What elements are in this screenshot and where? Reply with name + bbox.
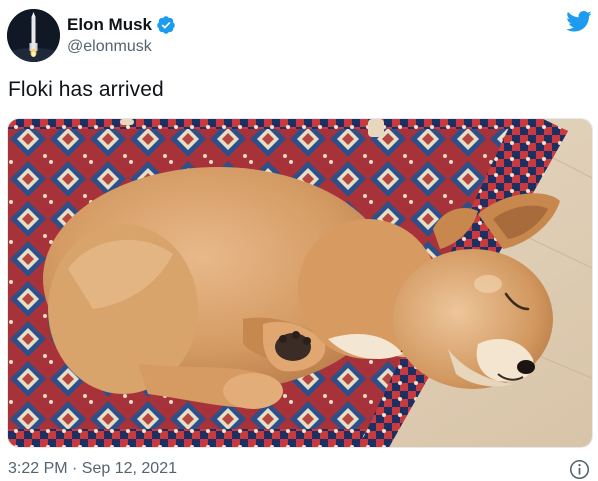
author-avatar[interactable] xyxy=(7,9,60,62)
info-icon[interactable] xyxy=(569,459,590,480)
tweet-text: Floki has arrived xyxy=(8,78,164,101)
twitter-bird-icon[interactable] xyxy=(565,10,592,34)
tweet-card: Elon Musk @elonmusk Floki has arrived 3:… xyxy=(0,0,598,481)
author-name-row: Elon Musk xyxy=(67,14,176,36)
tweet-timestamp[interactable]: 3:22 PM · Sep 12, 2021 xyxy=(8,460,177,478)
verified-badge-icon xyxy=(157,16,175,34)
author-display-name[interactable]: Elon Musk xyxy=(67,15,152,35)
rocket-avatar-icon xyxy=(7,9,60,62)
author-handle[interactable]: @elonmusk xyxy=(67,38,152,56)
tweet-photo[interactable] xyxy=(7,118,593,448)
shiba-puppy-photo xyxy=(8,119,592,447)
